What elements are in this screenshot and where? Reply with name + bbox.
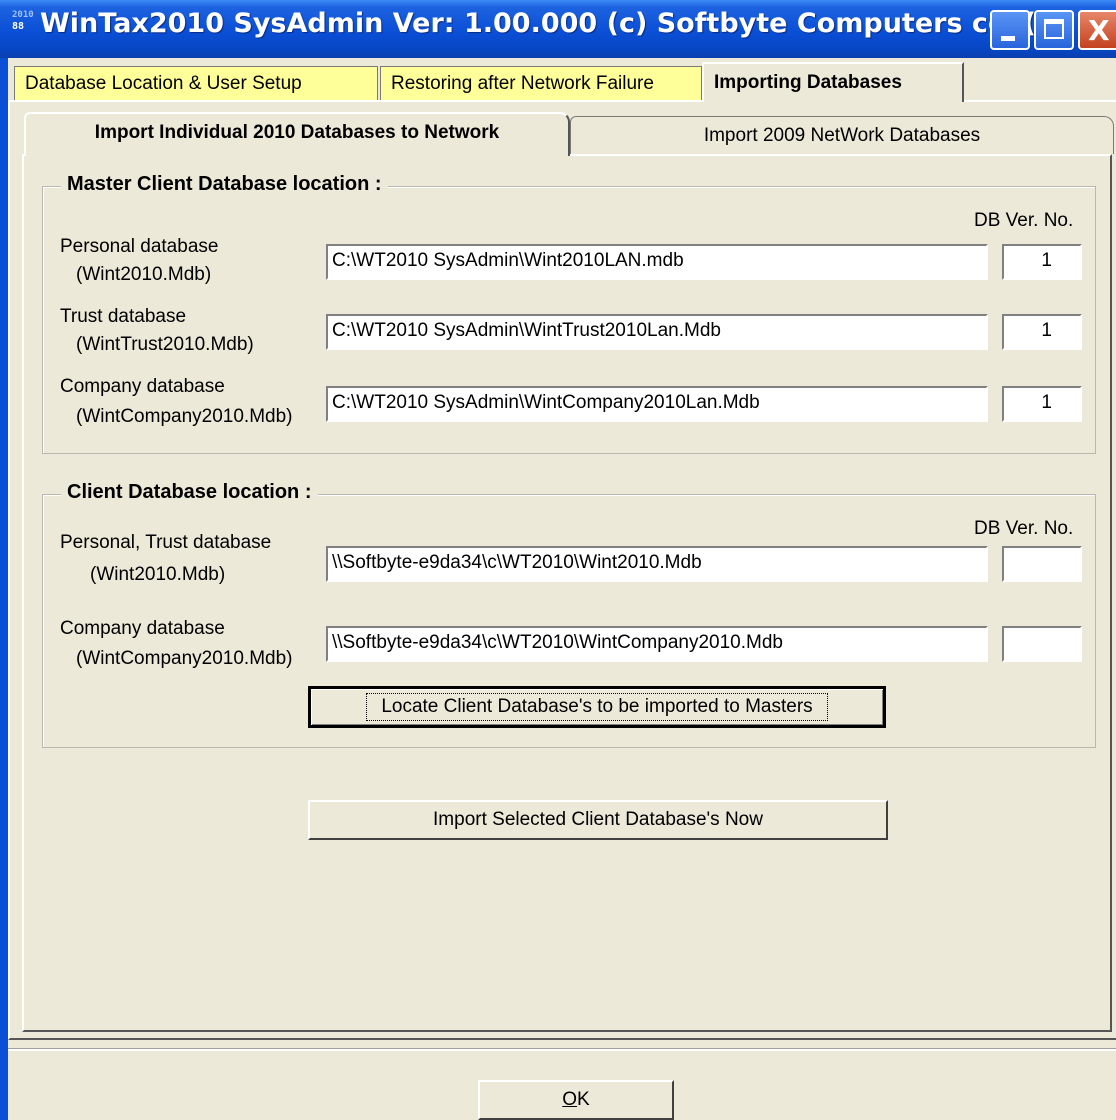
trust-db-sublabel: (WintTrust2010.Mdb) [76, 334, 254, 355]
personal-db-sublabel: (Wint2010.Mdb) [76, 264, 212, 285]
minimize-button[interactable] [990, 10, 1030, 50]
locate-client-databases-button[interactable]: Locate Client Database's to be imported … [308, 686, 886, 728]
master-company-ver-field[interactable]: 1 [1002, 386, 1082, 422]
button-label: Locate Client Database's to be imported … [366, 693, 828, 721]
button-label: OK [562, 1089, 589, 1110]
tab-database-location-user-setup[interactable]: Database Location & User Setup [14, 66, 378, 100]
app-icon: 2010 88 [12, 10, 34, 32]
group-title: Client Database location : [61, 481, 318, 504]
import-selected-button[interactable]: Import Selected Client Database's Now [308, 800, 888, 840]
tab-label: Importing Databases [714, 72, 902, 93]
maximize-button[interactable] [1034, 10, 1074, 50]
master-personal-path-field[interactable]: C:\WT2010 SysAdmin\Wint2010LAN.mdb [326, 244, 988, 280]
master-personal-ver-field[interactable]: 1 [1002, 244, 1082, 280]
group-title: Master Client Database location : [61, 173, 388, 196]
mnemonic: O [562, 1089, 578, 1110]
client-personal-trust-path-field[interactable]: \\Softbyte-e9da34\c\WT2010\Wint2010.Mdb [326, 546, 988, 582]
title-bar[interactable]: 2010 88 WinTax2010 SysAdmin Ver: 1.00.00… [0, 0, 1116, 58]
app-window: 2010 88 WinTax2010 SysAdmin Ver: 1.00.00… [0, 0, 1116, 1120]
trust-db-label: Trust database [60, 306, 187, 327]
button-label: Import Selected Client Database's Now [433, 809, 763, 830]
close-icon: X [1088, 14, 1110, 47]
tab-label: Database Location & User Setup [25, 73, 302, 94]
outer-tab-strip: Database Location & User Setup Restoring… [14, 62, 1114, 102]
tab-importing-databases[interactable]: Importing Databases [702, 62, 964, 102]
master-trust-path-field[interactable]: C:\WT2010 SysAdmin\WintTrust2010Lan.Mdb [326, 314, 988, 350]
app-icon-glyph: 88 [12, 21, 25, 32]
company-db-sublabel: (WintCompany2010.Mdb) [76, 406, 293, 427]
client-personal-trust-ver-field[interactable] [1002, 546, 1082, 582]
personal-db-label: Personal database [60, 236, 219, 257]
tab-label: Import 2009 NetWork Databases [703, 125, 981, 146]
separator [8, 1048, 1116, 1051]
client-company-path-field[interactable]: \\Softbyte-e9da34\c\WT2010\WintCompany20… [326, 626, 988, 662]
ok-button[interactable]: OK [478, 1080, 674, 1120]
client-company-sublabel: (WintCompany2010.Mdb) [76, 648, 293, 669]
master-trust-ver-field[interactable]: 1 [1002, 314, 1082, 350]
inner-tab-strip: Import Individual 2010 Databases to Netw… [24, 112, 1114, 156]
db-ver-header: DB Ver. No. [974, 518, 1074, 539]
tab-label: Restoring after Network Failure [391, 73, 654, 94]
label-rest: K [577, 1089, 590, 1110]
tab-import-2009-network[interactable]: Import 2009 NetWork Databases [570, 116, 1114, 154]
company-db-label: Company database [60, 376, 225, 397]
tab-label: Import Individual 2010 Databases to Netw… [94, 122, 500, 143]
client-company-ver-field[interactable] [1002, 626, 1082, 662]
window-frame-left [0, 58, 8, 1120]
client-company-label: Company database [60, 618, 225, 639]
tab-restoring-after-network-failure[interactable]: Restoring after Network Failure [380, 66, 702, 100]
tab-import-individual-2010[interactable]: Import Individual 2010 Databases to Netw… [24, 112, 570, 156]
client-personal-trust-sublabel: (Wint2010.Mdb) [90, 564, 226, 585]
master-company-path-field[interactable]: C:\WT2010 SysAdmin\WintCompany2010Lan.Md… [326, 386, 988, 422]
close-button[interactable]: X [1078, 10, 1116, 50]
client-personal-trust-label: Personal, Trust database [60, 532, 272, 553]
db-ver-header: DB Ver. No. [974, 210, 1074, 231]
window-title: WinTax2010 SysAdmin Ver: 1.00.000 (c) So… [40, 8, 1065, 39]
